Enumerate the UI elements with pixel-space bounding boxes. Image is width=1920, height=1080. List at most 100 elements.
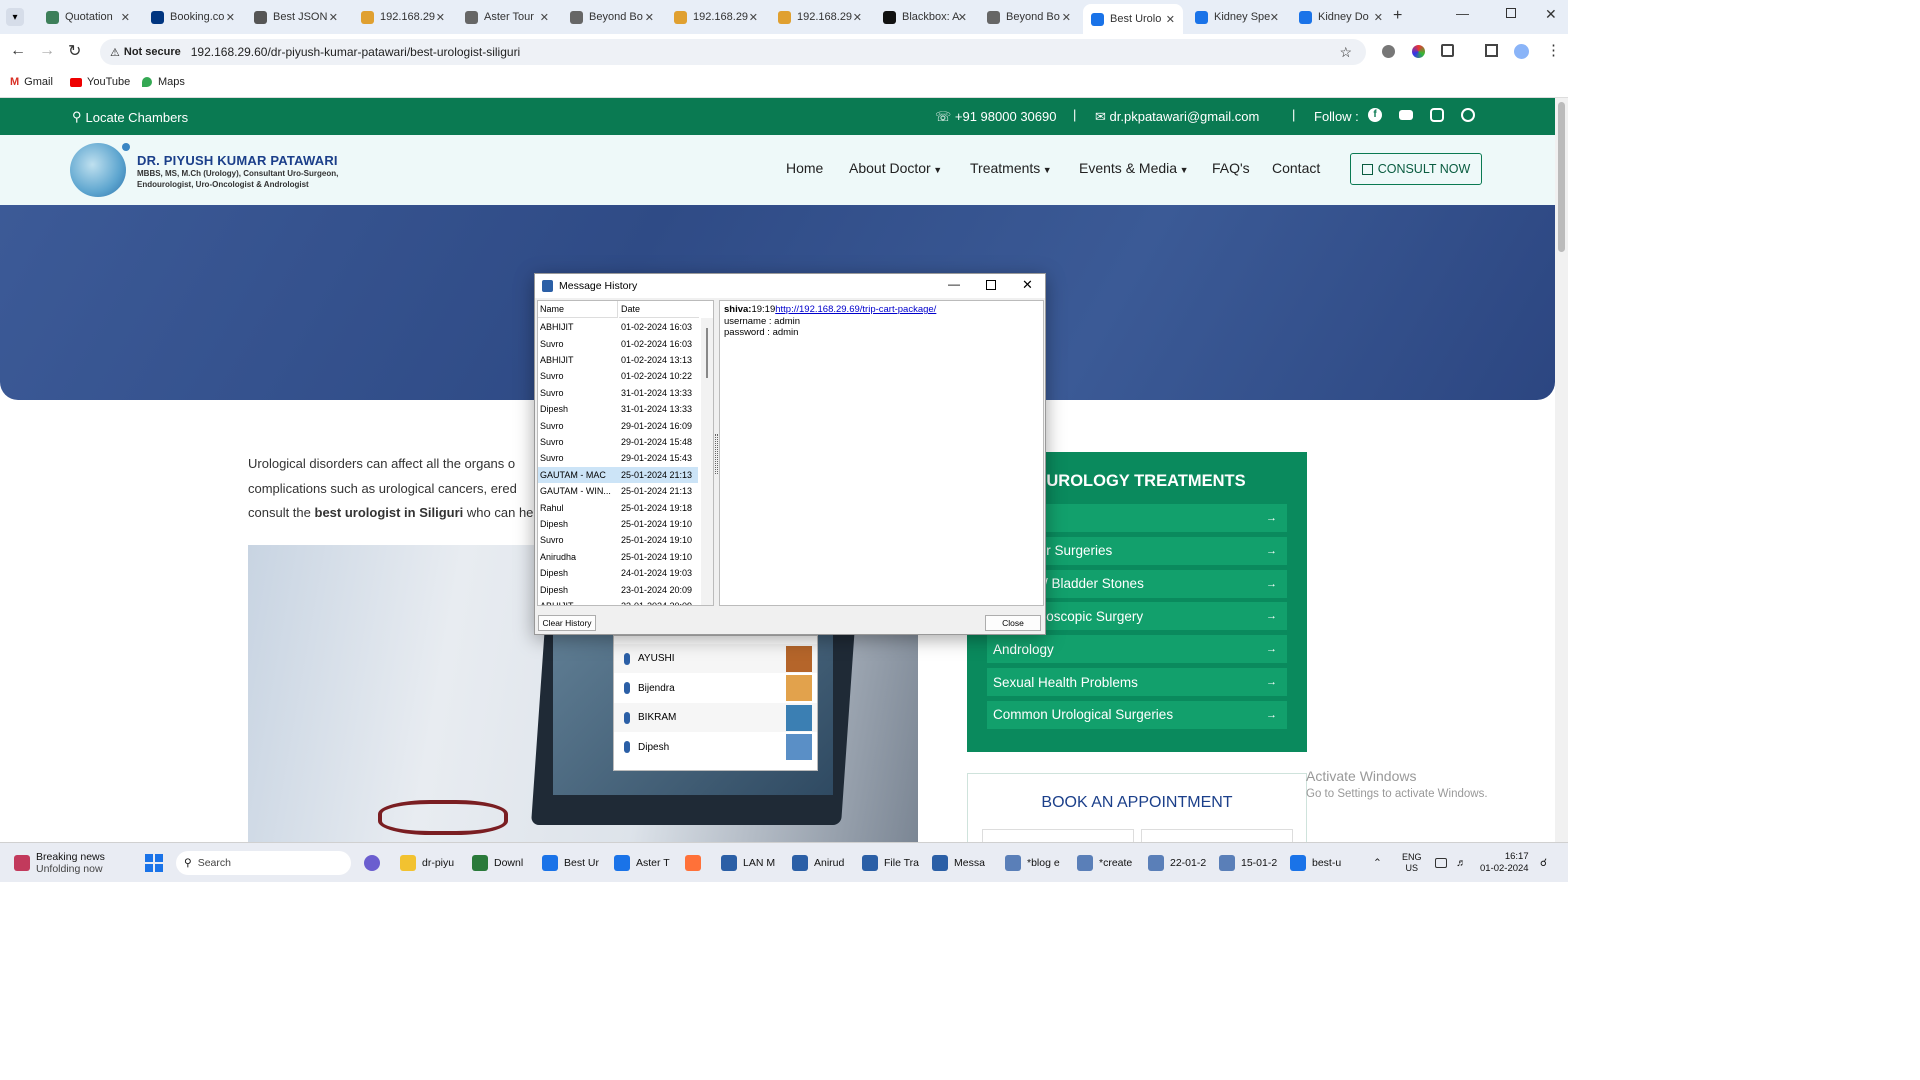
nav-about-doctor[interactable]: About Doctor ▼ — [849, 160, 942, 176]
taskbar-app[interactable]: LAN M — [721, 851, 775, 875]
star-icon[interactable]: ☆ — [1339, 44, 1352, 61]
browser-tab[interactable]: 192.168.29 ✕ — [770, 6, 870, 28]
taskbar-app[interactable]: dr-piyu — [400, 851, 454, 875]
sidepanel-icon[interactable] — [1485, 44, 1498, 57]
close-tab-icon[interactable]: ✕ — [329, 11, 338, 24]
history-row[interactable]: ABHIJIT 23-01-2024 20:09 — [538, 598, 698, 605]
close-window-button[interactable]: ✕ — [1545, 6, 1557, 23]
history-row[interactable]: GAUTAM - MAC 25-01-2024 21:13 — [538, 466, 698, 483]
close-tab-icon[interactable]: ✕ — [540, 11, 549, 24]
bookmark-maps[interactable]: Maps — [142, 76, 185, 88]
browser-tab[interactable]: 192.168.29 ✕ — [666, 6, 766, 28]
close-tab-icon[interactable]: ✕ — [645, 11, 654, 24]
history-row[interactable]: Suvro 29-01-2024 15:48 — [538, 434, 698, 450]
nav-events-media[interactable]: Events & Media ▼ — [1079, 160, 1188, 176]
restore-window-button[interactable] — [1506, 8, 1516, 18]
scrollbar-thumb[interactable] — [1558, 102, 1565, 252]
close-tab-icon[interactable]: ✕ — [853, 11, 862, 24]
dialog-maximize-button[interactable] — [986, 280, 996, 290]
phone-link[interactable]: ☏ +91 98000 30690 — [935, 109, 1056, 125]
treatment-link[interactable]: Common Urological Surgeries → — [987, 700, 1287, 729]
taskbar-app[interactable]: Downl — [472, 851, 523, 875]
extension-icon[interactable] — [1382, 45, 1395, 58]
history-row[interactable]: Suvro 25-01-2024 19:10 — [538, 532, 698, 548]
instagram-icon[interactable] — [1430, 108, 1444, 122]
browser-tab[interactable]: 192.168.29 ✕ — [353, 6, 453, 28]
back-icon[interactable]: ← — [10, 42, 26, 60]
puzzle-icon[interactable] — [1441, 44, 1454, 57]
browser-tab[interactable]: Booking.co ✕ — [143, 6, 243, 28]
whatsapp-icon[interactable] — [1461, 108, 1475, 122]
email-link[interactable]: ✉ dr.pkpatawari@gmail.com — [1095, 109, 1259, 125]
taskbar-app[interactable]: 22-01-2 — [1148, 851, 1206, 875]
dialog-titlebar[interactable]: Message History — ✕ — [535, 274, 1045, 298]
history-row[interactable]: Suvro 29-01-2024 16:09 — [538, 417, 698, 433]
browser-tab[interactable]: Best JSON ✕ — [246, 6, 346, 28]
browser-tab[interactable]: Aster Tour ✕ — [457, 6, 557, 28]
facebook-icon[interactable]: f — [1368, 108, 1382, 122]
browser-tab[interactable]: Kidney Do ✕ — [1291, 6, 1391, 28]
appointment-field[interactable] — [982, 829, 1134, 843]
history-row[interactable]: Dipesh 23-01-2024 20:09 — [538, 581, 698, 597]
youtube-icon[interactable] — [1399, 110, 1413, 120]
close-tab-icon[interactable]: ✕ — [1374, 11, 1383, 24]
dialog-close-x-button[interactable]: ✕ — [1022, 277, 1033, 293]
close-tab-icon[interactable]: ✕ — [1270, 11, 1279, 24]
close-tab-icon[interactable]: ✕ — [121, 11, 130, 24]
nav-treatments[interactable]: Treatments ▼ — [970, 160, 1052, 176]
news-widget[interactable]: Breaking news Unfolding now — [14, 851, 105, 875]
taskbar-app[interactable]: 15-01-2 — [1219, 851, 1277, 875]
history-row[interactable]: Suvro 31-01-2024 13:33 — [538, 385, 698, 401]
forward-icon[interactable]: → — [39, 42, 55, 60]
history-row[interactable]: Suvro 29-01-2024 15:43 — [538, 450, 698, 466]
consult-now-button[interactable]: CONSULT NOW — [1350, 153, 1482, 185]
history-row[interactable]: Dipesh 31-01-2024 13:33 — [538, 401, 698, 417]
start-button[interactable] — [145, 851, 163, 875]
treatment-link[interactable]: Andrology → — [987, 635, 1287, 664]
message-link[interactable]: http://192.168.29.69/trip-cart-package/ — [775, 304, 936, 315]
notification-bell-icon[interactable]: ☌ — [1540, 851, 1547, 875]
splitter[interactable] — [715, 434, 718, 474]
taskbar-app[interactable]: Best Ur — [542, 851, 599, 875]
taskbar-app[interactable]: Anirud — [792, 851, 844, 875]
contact-row[interactable]: Bijendra — [614, 674, 817, 703]
browser-tab[interactable]: Blackbox: A ✕ — [875, 6, 975, 28]
list-scrollbar[interactable] — [701, 318, 713, 605]
network-icon[interactable] — [1435, 851, 1453, 875]
history-row[interactable]: Suvro 01-02-2024 16:03 — [538, 335, 698, 351]
profile-avatar[interactable] — [1514, 44, 1529, 59]
taskbar-app[interactable]: Aster T — [614, 851, 670, 875]
tray-overflow-icon[interactable]: ⌃ — [1373, 851, 1382, 875]
history-row[interactable]: Dipesh 25-01-2024 19:10 — [538, 516, 698, 532]
browser-tab[interactable]: Quotation ✕ — [38, 6, 138, 28]
taskbar-search[interactable]: ⚲ Search — [176, 851, 351, 875]
close-tab-icon[interactable]: ✕ — [749, 11, 758, 24]
dialog-minimize-button[interactable]: — — [948, 277, 960, 291]
locate-chambers-link[interactable]: ⚲ Locate Chambers — [72, 109, 188, 125]
close-button[interactable]: Close — [985, 615, 1041, 631]
history-row[interactable]: Dipesh 24-01-2024 19:03 — [538, 565, 698, 581]
nav-contact[interactable]: Contact — [1272, 160, 1320, 176]
reload-icon[interactable]: ↻ — [68, 41, 81, 61]
close-tab-icon[interactable]: ✕ — [436, 11, 445, 24]
close-tab-icon[interactable]: ✕ — [1062, 11, 1071, 24]
treatment-link[interactable]: Sexual Health Problems → — [987, 668, 1287, 696]
nav-home[interactable]: Home — [786, 160, 823, 176]
taskbar-app[interactable]: *blog e — [1005, 851, 1060, 875]
browser-tab[interactable]: Best Urolo ✕ — [1083, 4, 1183, 34]
taskbar-app[interactable] — [685, 851, 707, 875]
browser-tab[interactable]: Beyond Bo ✕ — [979, 6, 1079, 28]
bookmark-youtube[interactable]: YouTube — [70, 76, 130, 88]
history-row[interactable]: ABHIJIT 01-02-2024 13:13 — [538, 352, 698, 368]
language-indicator[interactable]: ENG US — [1402, 852, 1422, 876]
clear-history-button[interactable]: Clear History — [538, 615, 596, 631]
column-header-name[interactable]: Name — [538, 301, 618, 318]
nav-faq[interactable]: FAQ's — [1212, 160, 1250, 176]
history-row[interactable]: ABHIJIT 01-02-2024 16:03 — [538, 319, 698, 335]
new-tab-button[interactable]: + — [1393, 7, 1402, 25]
minimize-window-button[interactable]: — — [1456, 6, 1469, 21]
close-tab-icon[interactable]: ✕ — [1166, 13, 1175, 26]
taskbar-app[interactable]: Messa — [932, 851, 985, 875]
color-extension-icon[interactable] — [1412, 45, 1425, 58]
close-tab-icon[interactable]: ✕ — [958, 11, 967, 24]
